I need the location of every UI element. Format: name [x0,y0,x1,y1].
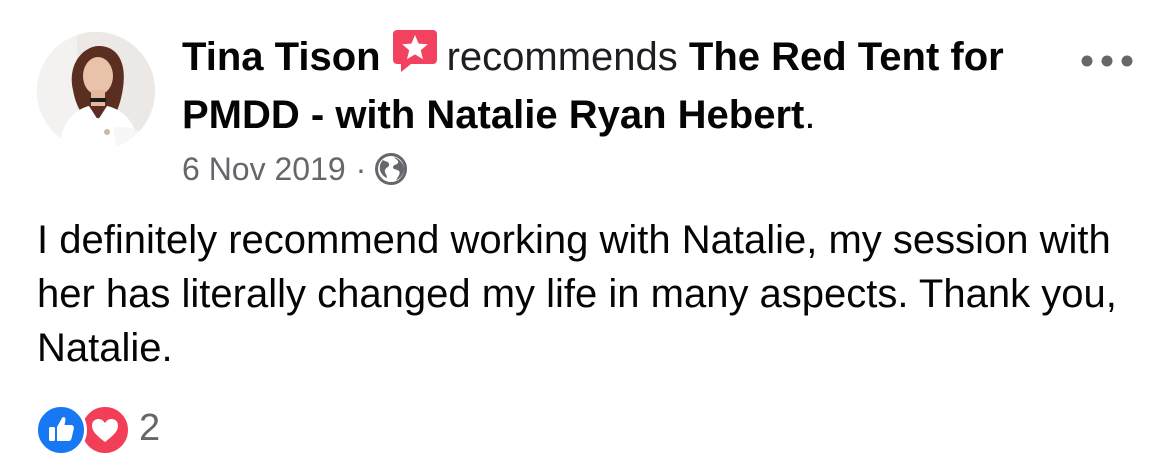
post-meta: 6 Nov 2019 · [182,148,408,190]
recommends-text: recommends [446,35,678,79]
globe-icon [375,153,408,185]
post-date[interactable]: 6 Nov 2019 [182,148,346,190]
more-options-icon[interactable] [1078,46,1136,76]
review-post: Tina Tison recommends The Red Tent for P… [0,0,1170,461]
author-name[interactable]: Tina Tison [182,35,381,79]
like-icon [35,404,87,456]
reactions-summary[interactable]: 2 [35,404,161,456]
author-avatar[interactable] [37,32,155,150]
recommendation-star-icon [392,30,437,72]
post-body: I definitely recommend working with Nata… [37,218,1117,370]
post-header: Tina Tison recommends The Red Tent for P… [182,26,1062,144]
meta-separator: · [355,151,367,187]
page-name-suffix: . [804,93,816,137]
reaction-icons [35,404,135,456]
reaction-count: 2 [139,407,161,449]
